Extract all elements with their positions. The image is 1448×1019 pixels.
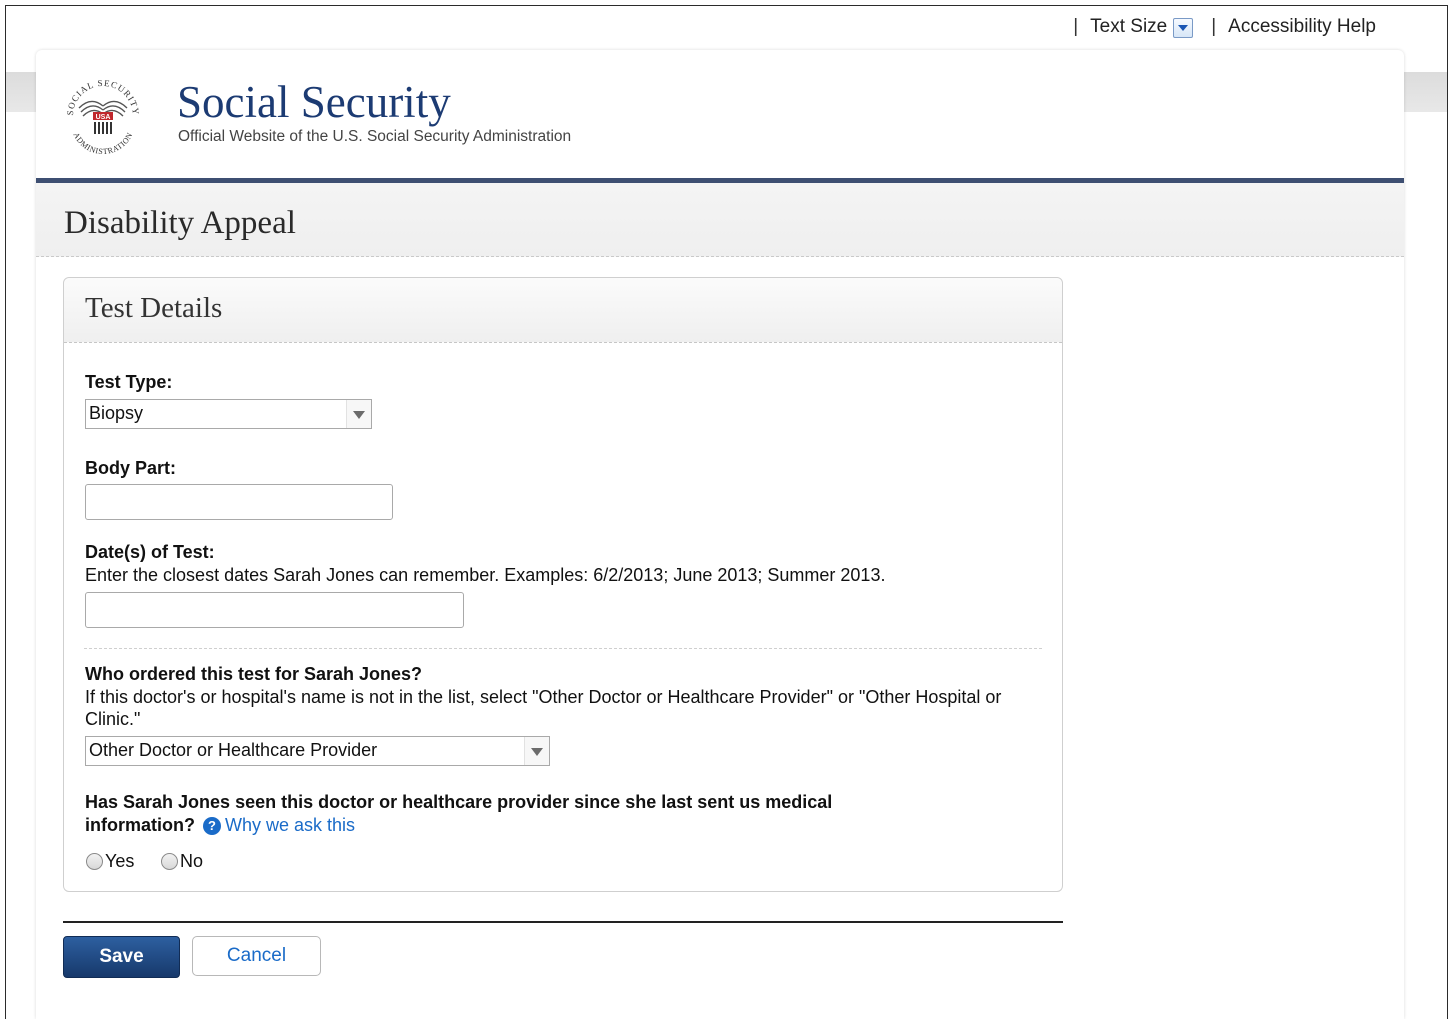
test-type-label: Test Type: bbox=[85, 372, 173, 392]
radio-yes[interactable]: Yes bbox=[86, 851, 134, 872]
chevron-down-icon[interactable] bbox=[1173, 18, 1194, 38]
ordered-by-select[interactable]: Other Doctor or Healthcare Provider bbox=[85, 736, 550, 766]
radio-yes-label: Yes bbox=[105, 851, 135, 871]
chevron-down-icon bbox=[524, 737, 549, 765]
utility-separator: | bbox=[1073, 16, 1079, 37]
main-card: SOCIAL SECURITY ADMINISTRATION USA Socia… bbox=[36, 50, 1404, 1019]
panel-title: Test Details bbox=[85, 292, 223, 324]
accessibility-help-link[interactable]: Accessibility Help bbox=[1228, 16, 1376, 38]
site-title[interactable]: Social Security bbox=[177, 76, 451, 128]
dates-hint: Enter the closest dates Sarah Jones can … bbox=[85, 565, 886, 585]
actions-divider bbox=[63, 921, 1063, 923]
body-part-input[interactable] bbox=[85, 484, 393, 520]
save-button[interactable]: Save bbox=[63, 936, 180, 978]
chevron-down-icon bbox=[346, 400, 371, 428]
ordered-by-hint: If this doctor's or hospital's name is n… bbox=[85, 687, 1002, 729]
svg-text:SOCIAL SECURITY: SOCIAL SECURITY bbox=[65, 78, 141, 116]
test-type-select[interactable]: Biopsy bbox=[85, 399, 372, 429]
body-part-label: Body Part: bbox=[85, 458, 177, 478]
section-divider bbox=[84, 648, 1042, 649]
dates-input[interactable] bbox=[85, 592, 464, 628]
help-icon[interactable]: ? bbox=[203, 817, 221, 835]
radio-circle[interactable] bbox=[86, 853, 103, 870]
cancel-button[interactable]: Cancel bbox=[192, 936, 321, 976]
text-size-link[interactable]: Text Size bbox=[1090, 16, 1167, 38]
page-title: Disability Appeal bbox=[64, 205, 296, 241]
site-header: SOCIAL SECURITY ADMINISTRATION USA Socia… bbox=[36, 50, 1404, 178]
svg-text:USA: USA bbox=[96, 114, 111, 121]
site-subtitle: Official Website of the U.S. Social Secu… bbox=[178, 128, 572, 145]
radio-circle[interactable] bbox=[161, 853, 178, 870]
radio-no-label: No bbox=[180, 851, 204, 871]
page-title-band: Disability Appeal bbox=[36, 183, 1404, 257]
radio-no[interactable]: No bbox=[161, 851, 203, 872]
utility-bar: | Text Size | Accessibility Help bbox=[1061, 16, 1376, 38]
panel-header: Test Details bbox=[64, 278, 1062, 343]
seen-since-label-line1: Has Sarah Jones seen this doctor or heal… bbox=[85, 792, 833, 812]
ordered-by-value: Other Doctor or Healthcare Provider bbox=[89, 740, 378, 760]
dates-label: Date(s) of Test: bbox=[85, 542, 215, 562]
test-type-value: Biopsy bbox=[89, 403, 144, 423]
utility-separator: | bbox=[1211, 16, 1217, 37]
test-details-panel: Test Details Test Type: Biopsy Body Part… bbox=[63, 277, 1063, 892]
ordered-by-label: Who ordered this test for Sarah Jones? bbox=[85, 664, 423, 684]
ssa-seal-logo[interactable]: SOCIAL SECURITY ADMINISTRATION USA bbox=[59, 70, 147, 158]
seen-since-question: Has Sarah Jones seen this doctor or heal… bbox=[85, 791, 832, 837]
seen-since-label-line2: information? bbox=[85, 815, 195, 835]
why-we-ask-link[interactable]: Why we ask this bbox=[225, 815, 355, 835]
svg-text:ADMINISTRATION: ADMINISTRATION bbox=[71, 131, 134, 156]
